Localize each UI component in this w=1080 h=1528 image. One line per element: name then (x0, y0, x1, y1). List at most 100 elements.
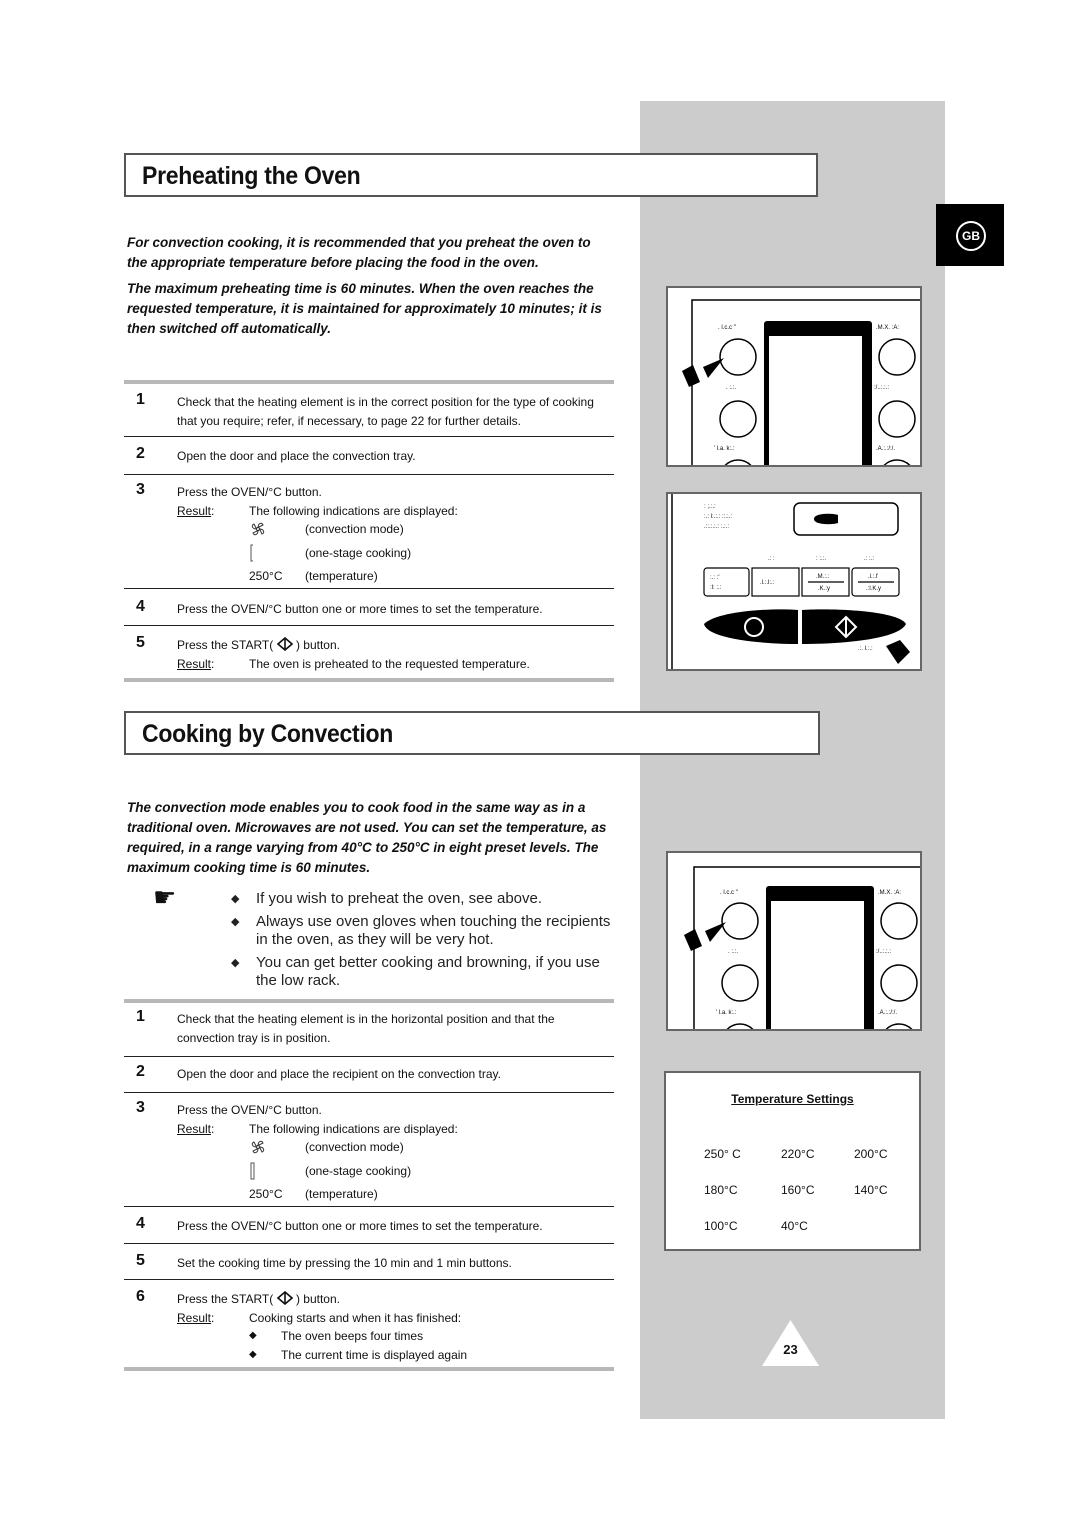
step-divider (124, 1243, 614, 1244)
note-item: ◆ If you wish to preheat the oven, see ab… (231, 890, 543, 907)
oven-front-illustration: . l.c.c '' .M.X. :A: . :.:.:/..:.:.: ' l.… (666, 851, 922, 1031)
step-divider (124, 474, 614, 475)
svg-text:.::.:.:.: :.:.:: .::.:.:.: :.:.: (704, 524, 729, 530)
temperature-option: 140°C (854, 1183, 888, 1197)
temperature-option: 40°C (781, 1219, 808, 1233)
svg-text:' l.a. k:.:: ' l.a. k:.: (714, 446, 735, 452)
temperature-option: 100°C (704, 1219, 738, 1233)
step-divider (124, 588, 614, 589)
svg-text:: :.:.: : :.:. (816, 556, 826, 562)
step-text: Press the OVEN/°C button. (177, 485, 322, 499)
svg-text:. :.:.: . :.:. (726, 385, 736, 391)
temperature-settings-box: Temperature Settings 250° C 220°C 200°C … (664, 1071, 921, 1251)
step-divider (124, 1279, 614, 1280)
oven-front-illustration: . l.c.c '' .M.X. :A: . :.:.:/..:.:.: ' l.… (666, 286, 922, 467)
step-text: Open the door and place the convection t… (177, 449, 416, 463)
indication-desc: (temperature) (305, 1187, 378, 1201)
temperature-option: 200°C (854, 1147, 888, 1161)
indication-desc: (convection mode) (305, 1140, 404, 1154)
step-divider (124, 1092, 614, 1093)
diamond-bullet-icon: ◆ (231, 956, 240, 969)
temperature-option: 160°C (781, 1183, 815, 1197)
result-label: Result (177, 656, 212, 671)
indication-desc: (temperature) (305, 569, 378, 583)
step-number: 2 (136, 1063, 145, 1080)
step-number: 6 (136, 1288, 145, 1305)
section-heading: Cooking by Convection (142, 720, 394, 748)
step-text: Press the OVEN/°C button. (177, 1103, 322, 1117)
language-tab: GB (936, 204, 1004, 266)
page-number: 23 (762, 1320, 819, 1366)
pointing-hand-icon: ☛ (153, 882, 177, 912)
section-title-preheating: Preheating the Oven (124, 153, 818, 197)
step-number: 1 (136, 391, 145, 408)
note-item: ◆ You can get better cooking and browning… (231, 953, 600, 990)
temperature-value: 250°C (249, 569, 283, 583)
intro-paragraph: The convection mode enables you to cook … (127, 800, 607, 875)
svg-text::/..:.:.:: :/..:.:.: (874, 385, 889, 391)
step-number: 1 (136, 1008, 145, 1025)
step-number: 4 (136, 598, 145, 615)
control-panel-illustration: : ;.:.::.: l:.:.: ::.:.:.::.:.:.: :.:.: … (666, 492, 922, 671)
convection-fan-icon (249, 520, 305, 544)
svg-text:. l.c.c '': . l.c.c '' (720, 890, 738, 896)
step-number: 4 (136, 1215, 145, 1232)
note-item: ◆ Always use oven gloves when touching th… (231, 912, 611, 949)
svg-text:.A.:.:/:/.: .A.:.:/:/. (876, 446, 895, 452)
step-text: Press the OVEN/°C button one or more tim… (177, 1219, 543, 1233)
svg-text::.: l:.:.: ::.:.:: :.: l:.:.: ::.:.: (704, 514, 732, 520)
temperature-option: 220°C (781, 1147, 815, 1161)
result-bullet: ◆ The current time is displayed again (249, 1346, 612, 1365)
step-number: 2 (136, 445, 145, 462)
one-stage-bar-icon (249, 544, 305, 568)
one-stage-bar-icon (249, 1162, 305, 1186)
result-text: Cooking starts and when it has finished: (249, 1310, 462, 1325)
svg-text:.M.:.:: .M.:.: (816, 574, 830, 580)
temperature-settings-title: Temperature Settings (731, 1092, 854, 1106)
step-text: Check that the heating element is in the… (177, 395, 594, 428)
step-number: 3 (136, 1099, 145, 1116)
svg-text:: ;.:.:: : ;.:.: (704, 504, 716, 510)
svg-text:.l.:.f: .l.:.f (868, 574, 878, 580)
svg-text::.: :': :.: :' (710, 575, 719, 581)
svg-text:' l.a. k:.:: ' l.a. k:.: (716, 1010, 737, 1016)
section-divider (124, 1367, 614, 1371)
result-bullet: ◆ The oven beeps four times (249, 1327, 612, 1346)
svg-text::/..:.:.:: :/..:.:.: (876, 949, 891, 955)
convection-intro: The convection mode enables you to cook … (127, 798, 607, 884)
intro-paragraph: For convection cooking, it is recommende… (127, 235, 591, 270)
svg-text:. :.:.: . :.:. (728, 949, 738, 955)
indication-desc: (one-stage cooking) (305, 545, 412, 560)
diamond-bullet-icon: ◆ (231, 893, 240, 905)
page-title: Preheating the Oven (142, 162, 361, 190)
svg-text:.M.X. :A:: .M.X. :A: (876, 325, 899, 331)
result-text: The oven is preheated to the requested t… (249, 656, 530, 671)
svg-text:.: :.:: .: :.: (864, 556, 874, 562)
start-icon (276, 636, 293, 652)
step-text: Press the START( (177, 1292, 274, 1306)
start-icon (276, 1290, 293, 1306)
step-text: Press the START( (177, 638, 274, 652)
svg-text:.A.:.:/:/.: .A.:.:/:/. (878, 1010, 897, 1016)
temperature-option: 180°C (704, 1183, 738, 1197)
language-badge: GB (956, 221, 986, 251)
result-text: The following indications are displayed: (249, 503, 458, 518)
step-text: Press the OVEN/°C button one or more tim… (177, 602, 543, 616)
section-title-convection: Cooking by Convection (124, 711, 820, 755)
convection-fan-icon (249, 1138, 305, 1162)
svg-text:.:l.K.y: .:l.K.y (866, 586, 881, 592)
preheating-intro: For convection cooking, it is recommende… (127, 233, 607, 345)
step-divider (124, 436, 614, 437)
svg-text:.l.:.l:.:: .l.:.l:.: (760, 580, 775, 586)
page-number-label: 23 (783, 1342, 798, 1357)
result-text: The following indications are displayed: (249, 1121, 458, 1136)
step-divider (124, 1056, 614, 1057)
result-label: Result (177, 503, 212, 518)
step-number: 5 (136, 634, 145, 651)
temperature-value: 250°C (249, 1187, 283, 1201)
step-text: Open the door and place the recipient on… (177, 1067, 501, 1081)
step-text: Set the cooking time by pressing the 10 … (177, 1256, 512, 1270)
svg-text:.K.:y: .K.:y (818, 586, 830, 592)
diamond-bullet-icon: ◆ (249, 1330, 257, 1341)
temperature-option: 250° C (704, 1147, 741, 1161)
